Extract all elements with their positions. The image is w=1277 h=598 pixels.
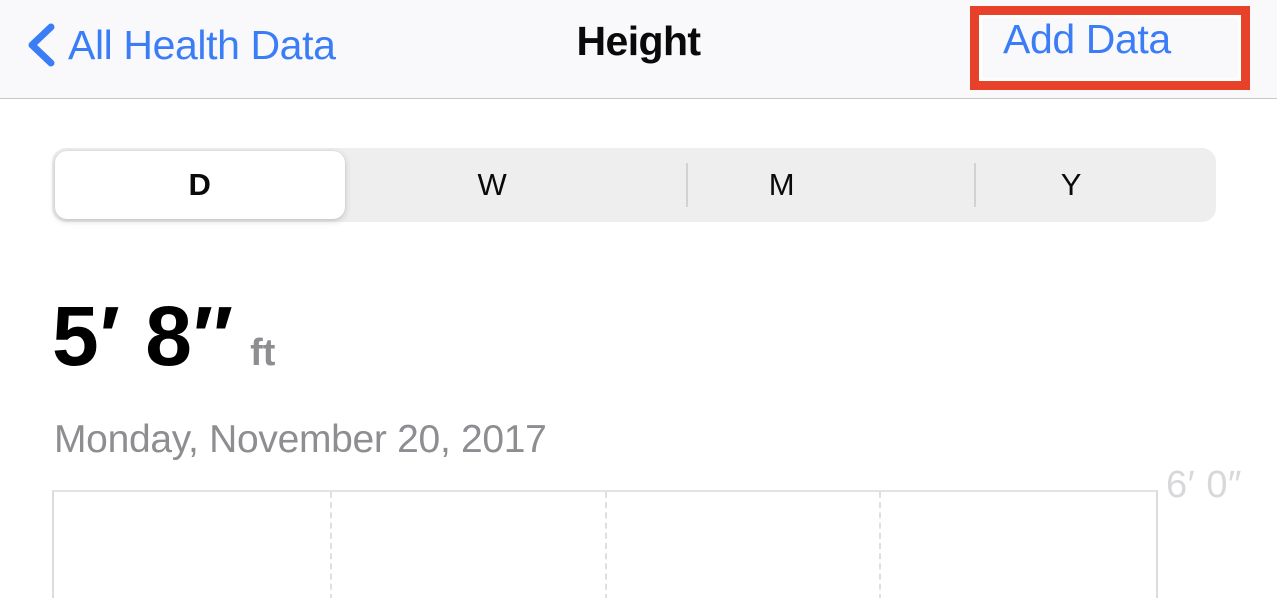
height-chart[interactable] xyxy=(52,490,1158,598)
navigation-bar: All Health Data Height Add Data xyxy=(0,0,1277,99)
chart-gridline-3 xyxy=(879,492,881,598)
segment-day[interactable]: D xyxy=(55,151,345,219)
segment-year[interactable]: Y xyxy=(927,148,1217,222)
height-value: 5′ 8″ xyxy=(52,289,235,383)
chart-y-axis-top-label: 6′ 0″ xyxy=(1166,464,1242,506)
measurement-date: Monday, November 20, 2017 xyxy=(54,418,547,461)
height-summary: 5′ 8″ ft xyxy=(52,294,275,378)
time-range-segmented-control[interactable]: D W M Y xyxy=(52,148,1216,222)
chart-gridline-2 xyxy=(605,492,607,598)
segment-week[interactable]: W xyxy=(348,148,638,222)
segment-separator xyxy=(686,163,688,207)
add-data-button[interactable]: Add Data xyxy=(1003,19,1171,60)
chart-gridline-1 xyxy=(330,492,332,598)
segment-separator xyxy=(974,163,976,207)
chart-plot-area[interactable] xyxy=(52,490,1158,598)
health-height-detail-screen: All Health Data Height Add Data D W M Y … xyxy=(0,0,1277,598)
height-unit-label: ft xyxy=(250,332,276,374)
segment-month[interactable]: M xyxy=(637,148,927,222)
